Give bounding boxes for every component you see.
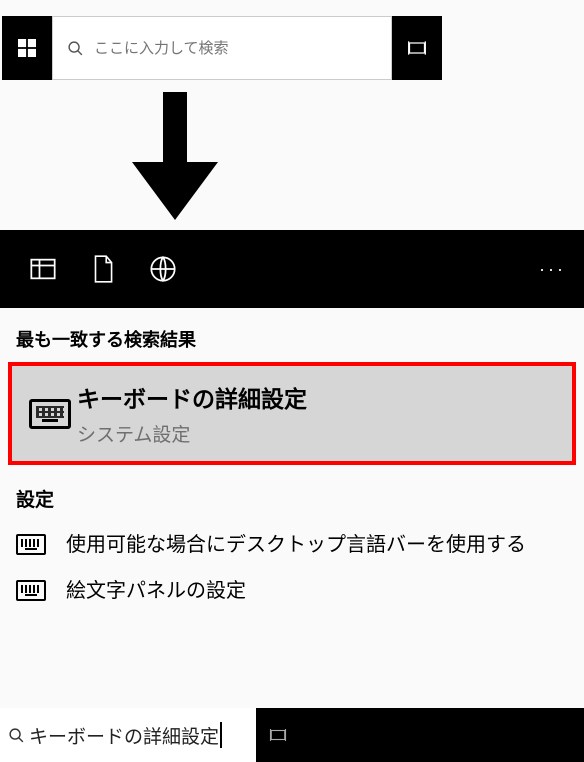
- start-button[interactable]: [2, 16, 52, 80]
- text-cursor: [220, 722, 222, 748]
- filter-web[interactable]: [138, 230, 188, 308]
- keyboard-icon: [16, 580, 46, 601]
- search-input[interactable]: [94, 40, 377, 57]
- search-filter-tabs: ···: [0, 230, 584, 308]
- best-match-header: 最も一致する検索結果: [0, 308, 584, 362]
- taskbar-search-box[interactable]: [52, 16, 392, 80]
- task-view-button[interactable]: [392, 16, 442, 80]
- apps-icon: [29, 255, 57, 283]
- more-filters-button[interactable]: ···: [539, 259, 566, 280]
- keyboard-icon: [16, 534, 46, 555]
- task-view-button[interactable]: [256, 708, 300, 762]
- settings-item-label: 絵文字パネルの設定: [66, 576, 246, 606]
- settings-result-item[interactable]: 絵文字パネルの設定: [0, 560, 584, 606]
- document-icon: [90, 254, 116, 284]
- search-query-value: キーボードの詳細設定: [29, 722, 219, 749]
- settings-header: 設定: [0, 465, 584, 514]
- globe-icon: [149, 255, 177, 283]
- filter-apps[interactable]: [18, 230, 68, 308]
- result-subtitle: システム設定: [77, 420, 307, 447]
- settings-result-item[interactable]: 使用可能な場合にデスクトップ言語バーを使用する: [0, 514, 584, 560]
- settings-item-label: 使用可能な場合にデスクトップ言語バーを使用する: [66, 530, 526, 560]
- filter-documents[interactable]: [78, 230, 128, 308]
- task-view-icon: [269, 726, 287, 744]
- keyboard-icon: [22, 399, 77, 429]
- bottom-search-box[interactable]: キーボードの詳細設定: [0, 708, 256, 762]
- windows-icon: [18, 39, 36, 57]
- best-match-result[interactable]: キーボードの詳細設定 システム設定: [8, 362, 576, 465]
- search-icon: [8, 727, 25, 744]
- result-title: キーボードの詳細設定: [77, 380, 307, 414]
- search-icon: [67, 40, 84, 57]
- down-arrow-annotation: [0, 92, 584, 222]
- task-view-icon: [407, 38, 427, 58]
